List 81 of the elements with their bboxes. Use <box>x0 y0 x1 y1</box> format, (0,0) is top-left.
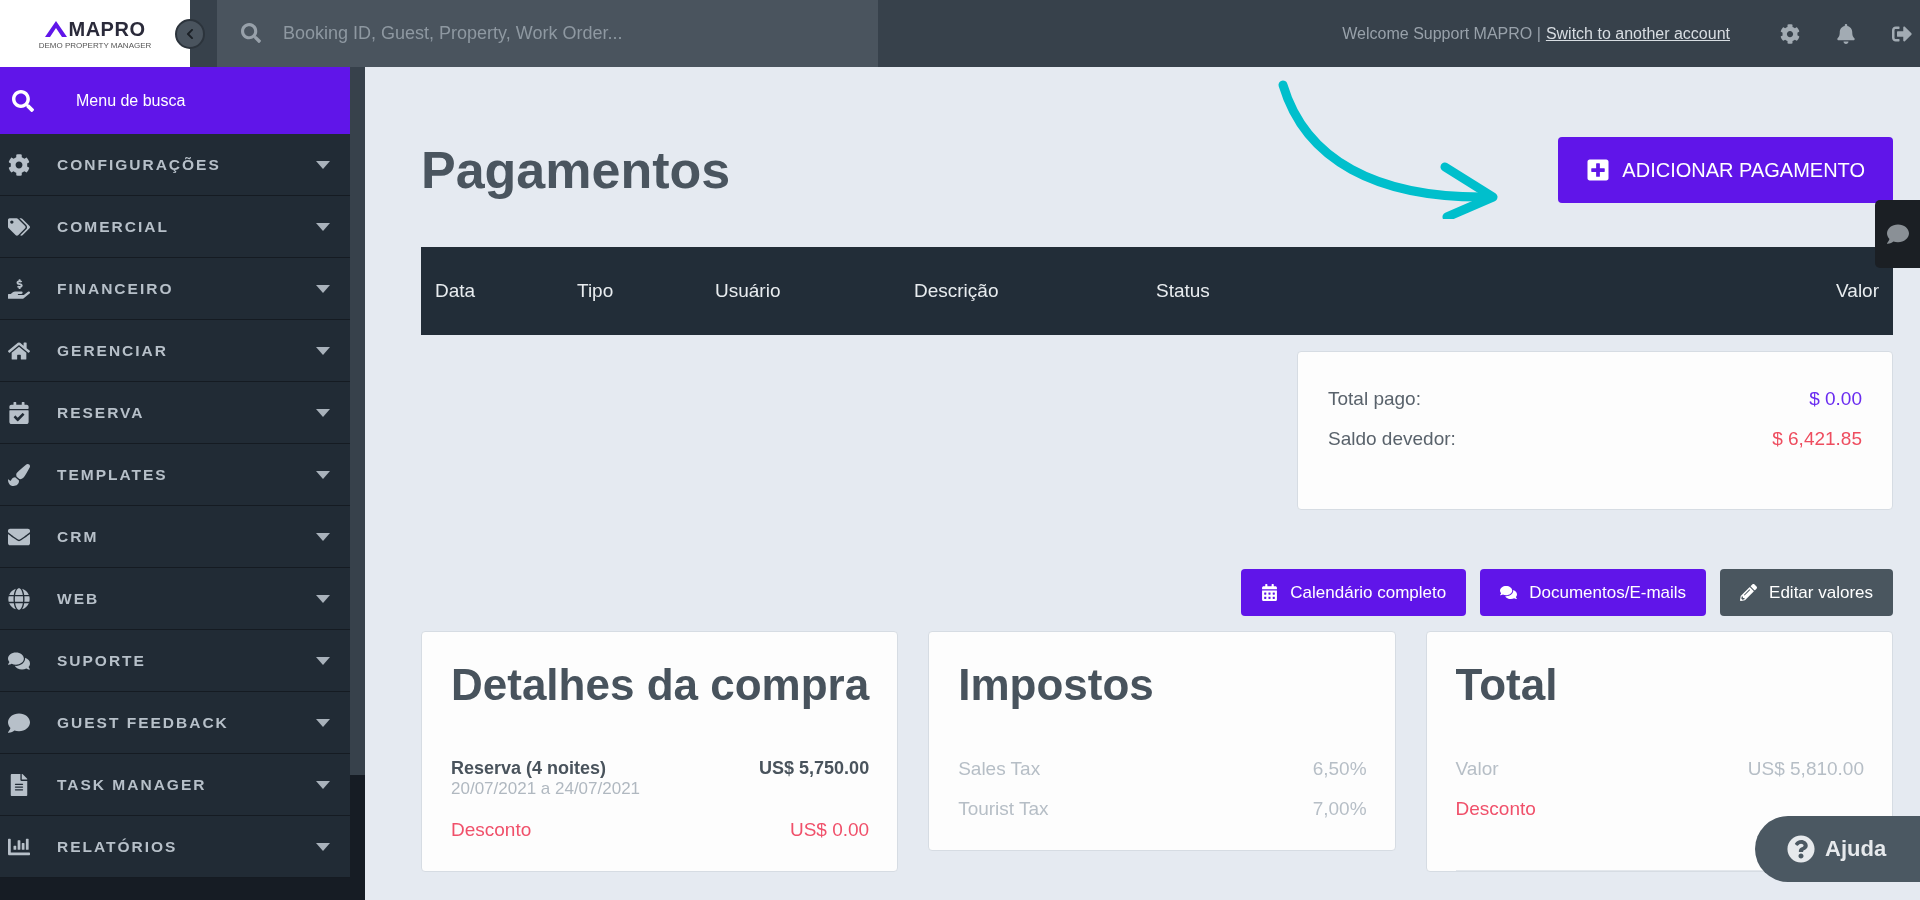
caret-icon <box>316 284 330 293</box>
caret-icon <box>316 842 330 851</box>
sidebar-item[interactable]: GUEST FEEDBACK <box>0 692 350 754</box>
hand-coins-icon <box>8 277 30 300</box>
add-payment-button[interactable]: ADICIONAR PAGAMENTO <box>1558 137 1893 203</box>
total-label: Desconto <box>1455 798 1536 820</box>
tax-label: Sales Tax <box>958 758 1041 780</box>
caret-icon <box>316 594 330 603</box>
caret-icon <box>316 160 330 169</box>
discount-label: Desconto <box>451 819 532 841</box>
help-button[interactable]: Ajuda <box>1755 816 1920 882</box>
item-dates: 20/07/2021 a 24/07/2021 <box>451 779 641 799</box>
caret-icon <box>316 656 330 665</box>
column-header: Descrição <box>914 280 1000 302</box>
summary-value: $ 0.00 <box>1809 388 1862 410</box>
summary-value: $ 6,421.85 <box>1772 428 1862 450</box>
tax-label: Tourist Tax <box>958 798 1049 820</box>
sidebar-item[interactable]: SUPORTE <box>0 630 350 692</box>
caret-icon <box>316 470 330 479</box>
brush-icon <box>8 463 30 486</box>
summary-label: Saldo devedor: <box>1328 428 1456 450</box>
bell-icon[interactable] <box>1836 23 1856 44</box>
plus-icon <box>1586 158 1611 182</box>
sidebar-item[interactable]: CONFIGURAÇÕES <box>0 134 350 196</box>
action-button[interactable]: Documentos/E-mails <box>1480 569 1707 616</box>
search-icon <box>12 89 34 112</box>
caret-icon <box>316 346 330 355</box>
caret-icon <box>316 222 330 231</box>
menu-search-button[interactable]: Menu de busca <box>0 67 350 134</box>
column-header: Data <box>435 280 477 302</box>
search-field[interactable]: Booking ID, Guest, Property, Work Order... <box>217 0 878 67</box>
chat-bubble-icon <box>8 711 30 734</box>
discount-value: US$ 0.00 <box>789 819 870 841</box>
tag-icon <box>8 215 30 238</box>
chat-bubbles-icon <box>1500 584 1518 601</box>
sidebar-item[interactable]: TASK MANAGER <box>0 754 350 816</box>
switch-account-link[interactable]: Switch to another account <box>1545 24 1730 43</box>
search-icon <box>241 23 261 43</box>
item-label: Reserva (4 noites) <box>451 758 608 779</box>
total-label: Valor <box>1455 758 1499 780</box>
welcome-text: Welcome Support MAPRO | <box>1342 24 1541 43</box>
tax-value: 7,00% <box>1312 798 1367 820</box>
scrollbar[interactable] <box>350 67 365 900</box>
globe-icon <box>8 587 30 610</box>
sidebar-item[interactable]: RESERVA <box>0 382 350 444</box>
question-icon <box>1787 835 1815 863</box>
tax-value: 6,50% <box>1312 758 1367 780</box>
sidebar-item[interactable]: TEMPLATES <box>0 444 350 506</box>
sidebar-item[interactable]: FINANCEIRO <box>0 258 350 320</box>
column-header: Usuário <box>715 280 782 302</box>
sidebar-item[interactable]: WEB <box>0 568 350 630</box>
document-icon <box>8 773 30 796</box>
card-title: Detalhes da compra <box>451 660 870 710</box>
column-header: Status <box>1156 280 1211 302</box>
action-button[interactable]: Calendário completo <box>1241 569 1467 616</box>
pencil-icon <box>1740 584 1758 601</box>
sidebar-item[interactable]: CRM <box>0 506 350 568</box>
chat-bubble-icon <box>1886 223 1909 245</box>
chat-tab[interactable] <box>1875 200 1920 268</box>
settings-icon[interactable] <box>1780 23 1800 44</box>
calendar-check-icon <box>8 401 30 424</box>
card-title: Total <box>1455 660 1559 710</box>
caret-icon <box>316 532 330 541</box>
summary-label: Total pago: <box>1328 388 1421 410</box>
logo: MAPRO DEMO PROPERTY MANAGER <box>0 0 190 67</box>
sidebar-item[interactable]: GERENCIAR <box>0 320 350 382</box>
house-icon <box>8 339 30 362</box>
item-value: US$ 5,750.00 <box>759 758 870 779</box>
page-title: Pagamentos <box>421 140 731 200</box>
sidebar-item[interactable]: COMERCIAL <box>0 196 350 258</box>
total-value: US$ 5,810.00 <box>1747 758 1864 780</box>
calendar-icon <box>1261 584 1279 601</box>
caret-icon <box>316 408 330 417</box>
caret-icon <box>316 780 330 789</box>
action-button[interactable]: Editar valores <box>1720 569 1893 616</box>
column-header: Tipo <box>577 280 615 302</box>
gear-icon <box>8 153 30 176</box>
column-header: Valor <box>1836 280 1879 302</box>
chevron-left-icon <box>184 27 196 40</box>
card-title: Impostos <box>958 660 1155 710</box>
caret-icon <box>316 718 330 727</box>
